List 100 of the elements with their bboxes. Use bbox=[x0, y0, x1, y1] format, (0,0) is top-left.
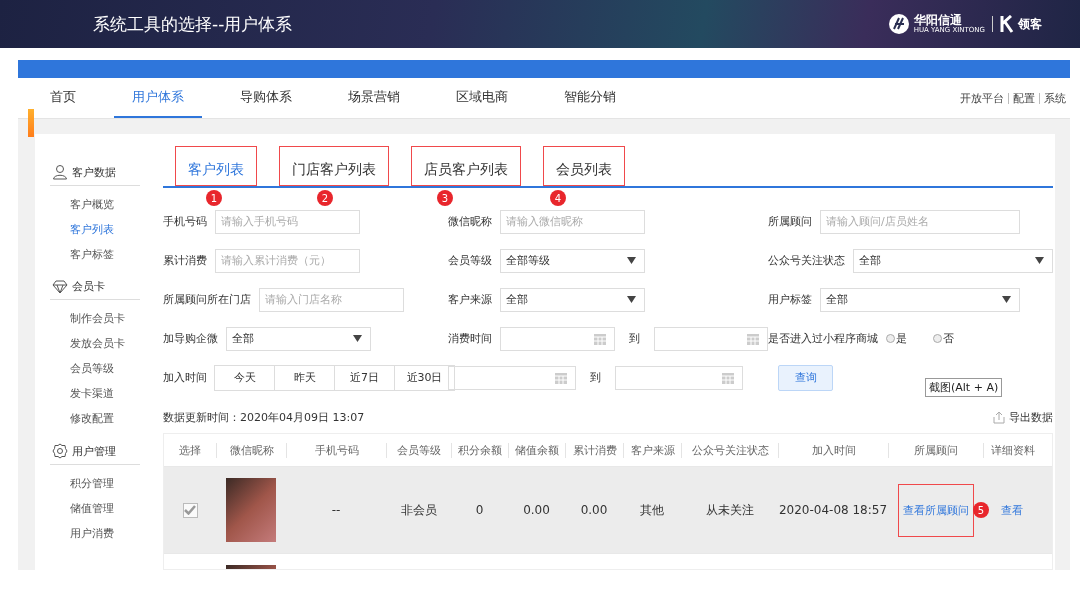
table-cell: 2020-04-08 18:57 bbox=[778, 503, 888, 517]
date-field[interactable] bbox=[653, 326, 768, 351]
tab[interactable]: 会员列表 bbox=[543, 146, 625, 186]
table-link[interactable]: 查看所属顾问 bbox=[897, 483, 974, 537]
nav-link[interactable]: 配置 bbox=[1013, 90, 1035, 106]
field-label: 所属顾问 bbox=[768, 214, 812, 229]
table-cell: -- bbox=[331, 503, 341, 517]
sidebar-item[interactable]: 发卡渠道 bbox=[50, 381, 140, 406]
nav-tab[interactable]: 区域电商 bbox=[438, 78, 526, 118]
query-button[interactable]: 查询 bbox=[778, 364, 833, 391]
share-icon bbox=[993, 410, 1005, 424]
quick-range-button[interactable]: 今天 bbox=[214, 364, 275, 391]
column-header: 累计消费 bbox=[565, 442, 623, 458]
input-field[interactable]: 请输入累计消费（元） bbox=[215, 248, 360, 273]
quick-range-button[interactable]: 昨天 bbox=[274, 364, 335, 391]
callout-number: 4 bbox=[550, 190, 566, 206]
calendar-icon bbox=[555, 371, 567, 384]
quick-range-button[interactable]: 近30日 bbox=[394, 364, 455, 391]
column-header: 加入时间 bbox=[778, 442, 888, 458]
column-header: 手机号码 bbox=[286, 442, 386, 458]
nav-tab[interactable]: 导购体系 bbox=[222, 78, 310, 118]
range-separator: 到 bbox=[590, 370, 601, 385]
nav-tab[interactable]: 首页 bbox=[32, 78, 94, 118]
select-field[interactable]: 全部等级 bbox=[500, 248, 645, 273]
calendar-icon bbox=[747, 332, 759, 345]
sidebar-item[interactable]: 客户标签 bbox=[50, 242, 140, 267]
field-label: 加入时间 bbox=[163, 370, 207, 385]
field-label: 手机号码 bbox=[163, 214, 207, 229]
column-header: 所属顾问 bbox=[888, 442, 983, 458]
range-separator: 到 bbox=[628, 331, 640, 346]
input-field[interactable]: 请输入微信昵称 bbox=[500, 209, 645, 234]
sidebar-group-title: 客户数据 bbox=[72, 164, 116, 180]
sidebar-item[interactable]: 修改配置 bbox=[50, 406, 140, 431]
tab[interactable]: 客户列表 bbox=[175, 146, 257, 186]
table-cell: 0 bbox=[475, 503, 484, 517]
callout-number: 3 bbox=[437, 190, 453, 206]
nav-link[interactable]: 系统 bbox=[1044, 90, 1066, 106]
tab[interactable]: 店员客户列表 bbox=[411, 146, 521, 186]
brand-name: 华阳信通 bbox=[913, 14, 962, 26]
radio-button[interactable] bbox=[933, 334, 942, 343]
date-field[interactable] bbox=[448, 365, 576, 390]
caret-icon bbox=[1002, 296, 1011, 303]
callout-number: 1 bbox=[206, 190, 222, 206]
tooltip: 截图(Alt + A) bbox=[925, 378, 1003, 397]
input-field[interactable]: 请输入顾问/店员姓名 bbox=[820, 209, 1020, 234]
column-header: 详细资料 bbox=[983, 442, 1041, 458]
table-link[interactable]: 查看 bbox=[996, 483, 1028, 537]
table-cell: 0.00 bbox=[523, 503, 550, 517]
nav-tab[interactable]: 智能分销 bbox=[546, 78, 634, 118]
date-field[interactable] bbox=[615, 365, 743, 390]
table-cell: 其他 bbox=[640, 501, 664, 519]
field-label: 公众号关注状态 bbox=[768, 253, 845, 268]
field-label: 加导购企微 bbox=[163, 331, 218, 346]
input-field[interactable]: 请输入手机号码 bbox=[215, 209, 360, 234]
sidebar-item[interactable]: 制作会员卡 bbox=[50, 306, 140, 331]
sidebar-item[interactable]: 发放会员卡 bbox=[50, 331, 140, 356]
update-time: 数据更新时间：2020年04月09日 13:07 bbox=[163, 409, 365, 425]
calendar-icon bbox=[593, 332, 606, 345]
field-label: 是否进入过小程序商城 bbox=[768, 331, 878, 346]
sidebar-item[interactable]: 客户列表 bbox=[50, 217, 140, 242]
select-field[interactable]: 全部 bbox=[853, 248, 1053, 273]
column-header: 选择 bbox=[178, 442, 202, 458]
callout-number: 5 bbox=[973, 502, 989, 518]
sidebar-item[interactable]: 积分管理 bbox=[50, 471, 140, 496]
column-header: 会员等级 bbox=[386, 442, 451, 458]
k-logo-icon bbox=[1000, 15, 1014, 33]
field-label: 所属顾问所在门店 bbox=[163, 292, 251, 307]
table-cell: 非会员 bbox=[400, 501, 437, 519]
field-label: 客户来源 bbox=[448, 292, 492, 307]
column-header: 微信昵称 bbox=[216, 442, 286, 458]
select-field[interactable]: 全部 bbox=[500, 287, 645, 312]
input-field[interactable]: 请输入门店名称 bbox=[259, 287, 404, 312]
radio-option[interactable]: 否 bbox=[933, 331, 954, 346]
slide-title: 系统工具的选择--用户体系 bbox=[93, 12, 293, 36]
sidebar-item[interactable]: 客户概览 bbox=[50, 192, 140, 217]
caret-icon bbox=[353, 335, 362, 342]
settings-icon bbox=[52, 443, 68, 459]
radio-option[interactable]: 是 bbox=[886, 331, 907, 346]
tab[interactable]: 门店客户列表 bbox=[279, 146, 389, 186]
sidebar-item[interactable]: 会员等级 bbox=[50, 356, 140, 381]
column-header: 储值余额 bbox=[508, 442, 565, 458]
nav-tab[interactable]: 场景营销 bbox=[330, 78, 418, 118]
sidebar-item[interactable]: 储值管理 bbox=[50, 496, 140, 521]
nav-link[interactable]: 开放平台 bbox=[960, 90, 1004, 106]
export-button[interactable]: 导出数据 bbox=[993, 409, 1053, 425]
accent-bar bbox=[28, 109, 34, 137]
quick-range-button[interactable]: 近7日 bbox=[334, 364, 395, 391]
select-field[interactable]: 全部 bbox=[820, 287, 1020, 312]
select-field[interactable]: 全部 bbox=[226, 326, 371, 351]
sidebar-item[interactable]: 用户消费 bbox=[50, 521, 140, 546]
radio-button[interactable] bbox=[886, 334, 895, 343]
person-icon bbox=[52, 164, 68, 180]
field-label: 微信昵称 bbox=[448, 214, 492, 229]
diamond-icon bbox=[52, 279, 68, 294]
calendar-icon bbox=[722, 371, 734, 384]
caret-icon bbox=[627, 296, 636, 303]
date-field[interactable] bbox=[500, 326, 615, 351]
field-label: 会员等级 bbox=[448, 253, 492, 268]
avatar-placeholder bbox=[226, 478, 276, 542]
caret-icon bbox=[627, 257, 636, 264]
